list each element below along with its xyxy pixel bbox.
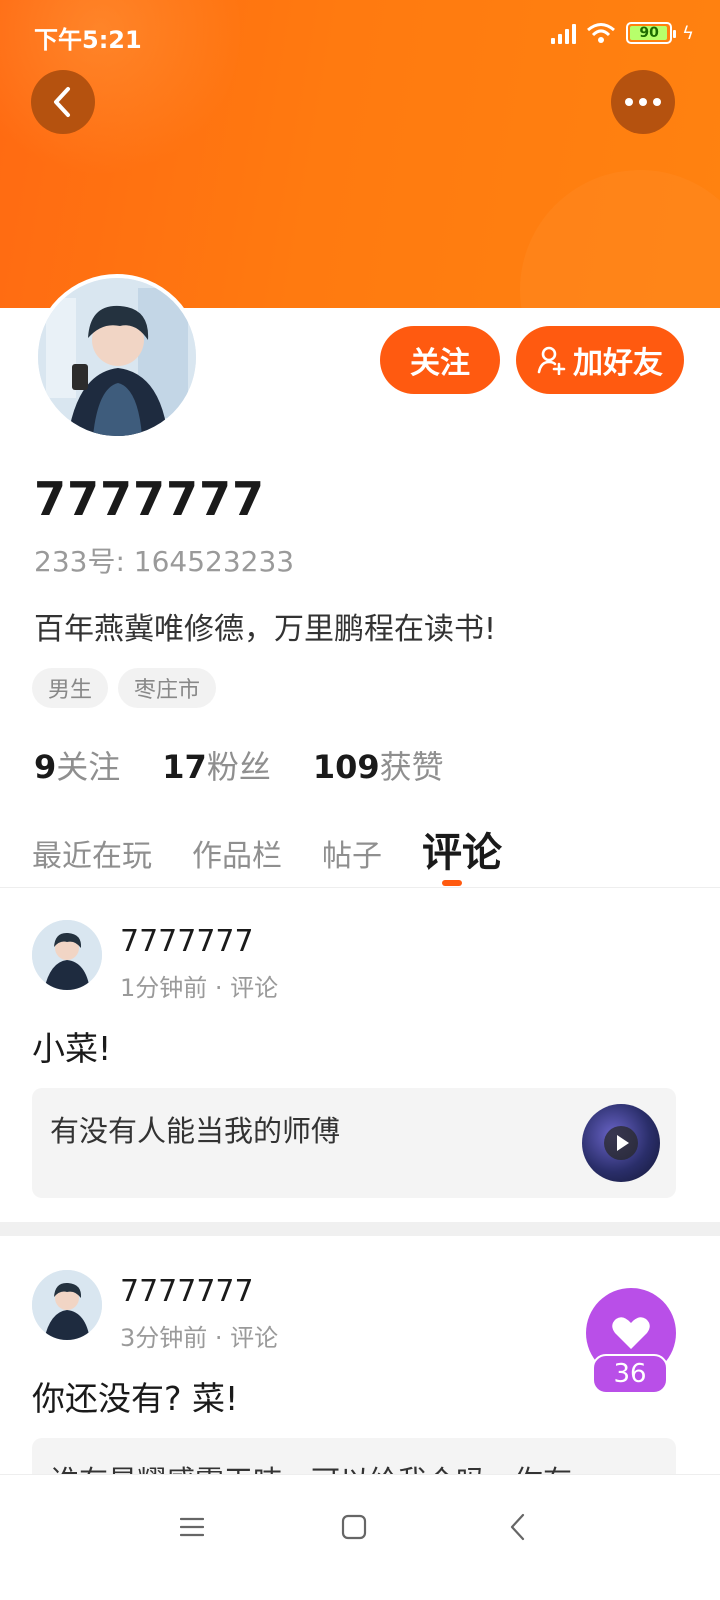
charging-icon: ϟ (682, 22, 694, 44)
profile-avatar[interactable] (34, 274, 200, 440)
status-icons: 90 ϟ (551, 22, 694, 44)
section-divider (0, 1222, 720, 1236)
tab-posts[interactable]: 帖子 (322, 831, 382, 875)
status-bar: 下午5:21 90 ϟ (0, 0, 720, 70)
menu-icon (180, 1517, 204, 1537)
comment-avatar[interactable] (32, 1270, 102, 1340)
battery-icon: 90 (626, 22, 677, 44)
menu-button[interactable] (170, 1505, 214, 1549)
signal-icon (551, 22, 577, 44)
quoted-post-text: 有没有人能当我的师傅 (50, 1114, 341, 1148)
profile-bio: 百年燕冀唯修德，万里鹏程在读书! (34, 612, 497, 647)
banner-glow (520, 170, 720, 308)
comment-author[interactable]: 7777777 (120, 924, 254, 959)
user-plus-icon (537, 346, 566, 375)
chevron-left-icon (54, 87, 70, 117)
stat-number: 17 (162, 748, 207, 786)
heart-icon (612, 1317, 650, 1349)
more-dots-icon (625, 98, 661, 106)
tab-works[interactable]: 作品栏 (192, 831, 282, 875)
back-button[interactable] (31, 70, 95, 134)
stat-following[interactable]: 9关注 (34, 742, 120, 788)
nav-back-button[interactable] (496, 1505, 540, 1549)
tab-comments[interactable]: 评论 (422, 820, 502, 878)
stat-followers[interactable]: 17粉丝 (162, 742, 271, 788)
stat-label: 关注 (56, 748, 121, 786)
profile-tabs: 最近在玩 作品栏 帖子 评论 (32, 820, 502, 878)
wifi-icon (587, 23, 616, 43)
profile-id: 233号: 164523233 (34, 545, 295, 578)
follow-button[interactable]: 关注 (380, 326, 500, 394)
stat-label: 获赞 (379, 748, 444, 786)
system-navigation-bar (0, 1474, 720, 1600)
stat-number: 109 (312, 748, 380, 786)
quoted-post[interactable]: 有没有人能当我的师傅 (32, 1088, 676, 1198)
comment-avatar[interactable] (32, 920, 102, 990)
quoted-post-thumbnail (582, 1104, 660, 1182)
comment-body: 小菜! (32, 1029, 112, 1068)
status-time: 下午5:21 (34, 26, 142, 54)
add-friend-label: 加好友 (573, 346, 663, 381)
comment-author[interactable]: 7777777 (120, 1274, 254, 1309)
divider (0, 887, 720, 888)
back-triangle-icon (510, 1513, 525, 1541)
more-button[interactable] (611, 70, 675, 134)
comment-body: 你还没有? 菜! (32, 1379, 239, 1418)
profile-tags: 男生 枣庄市 (32, 668, 217, 708)
battery-level: 90 (639, 25, 659, 41)
active-tab-indicator (442, 880, 462, 886)
home-square-icon (341, 1514, 367, 1540)
tag-gender: 男生 (32, 668, 109, 708)
stat-likes[interactable]: 109获赞 (313, 742, 444, 788)
play-icon (604, 1126, 638, 1160)
quoted-post[interactable]: 谁有昊耀感震天吨，可以给我个吗，你有 (32, 1438, 676, 1478)
comment-meta: 1分钟前 · 评论 (120, 974, 279, 1002)
tab-recently-played[interactable]: 最近在玩 (32, 831, 152, 875)
profile-stats: 9关注 17粉丝 109获赞 (34, 742, 444, 788)
stat-label: 粉丝 (206, 748, 271, 786)
comment-meta: 3分钟前 · 评论 (120, 1324, 279, 1352)
stat-number: 9 (34, 748, 57, 786)
like-count: 36 (592, 1354, 668, 1394)
profile-username: 7777777 (34, 472, 266, 526)
home-button[interactable] (332, 1505, 376, 1549)
tag-city: 枣庄市 (118, 668, 217, 708)
add-friend-button[interactable]: 加好友 (516, 326, 684, 394)
